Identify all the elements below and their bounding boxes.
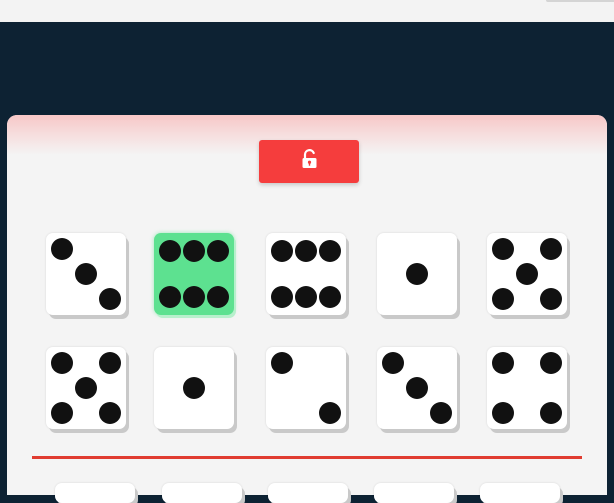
die-pip — [319, 401, 341, 424]
die-pip — [271, 240, 293, 263]
die-pip — [271, 352, 293, 375]
die-pip — [207, 285, 229, 308]
die-2-2[interactable] — [154, 347, 234, 429]
top-bar — [0, 0, 614, 22]
die-pip — [540, 401, 562, 424]
die-pip — [492, 401, 514, 424]
die-pip — [406, 263, 428, 285]
unlocked-padlock-icon — [301, 149, 318, 174]
tab-edge — [546, 0, 614, 2]
die-pip — [516, 263, 538, 285]
die-hidden-3[interactable] — [268, 483, 348, 503]
die-pip — [183, 285, 205, 308]
die-pip — [99, 352, 121, 375]
die-1-1[interactable] — [46, 233, 126, 315]
die-pip — [406, 377, 428, 399]
die-pip — [75, 263, 97, 285]
die-1-5[interactable] — [487, 233, 567, 315]
die-pip — [75, 377, 97, 399]
die-pip — [540, 238, 562, 261]
die-hidden-5[interactable] — [480, 483, 560, 503]
divider-line — [32, 456, 582, 459]
lock-toggle-button[interactable] — [259, 140, 359, 183]
die-pip — [99, 287, 121, 310]
die-pip — [430, 401, 452, 424]
die-2-4[interactable] — [377, 347, 457, 429]
die-pip — [492, 287, 514, 310]
die-pip — [183, 377, 205, 399]
die-pip — [159, 285, 181, 308]
die-pip — [540, 287, 562, 310]
die-pip — [295, 285, 317, 308]
die-1-3[interactable] — [266, 233, 346, 315]
die-pip — [319, 285, 341, 308]
die-pip — [99, 401, 121, 424]
die-pip — [492, 238, 514, 261]
die-pip — [51, 352, 73, 375]
die-hidden-4[interactable] — [374, 483, 454, 503]
die-hidden-2[interactable] — [162, 483, 242, 503]
die-pip — [295, 240, 317, 263]
die-pip — [319, 240, 341, 263]
die-2-1[interactable] — [46, 347, 126, 429]
die-pip — [492, 352, 514, 375]
die-pip — [159, 240, 181, 263]
die-pip — [51, 401, 73, 424]
die-pip — [183, 240, 205, 263]
die-2-5[interactable] — [487, 347, 567, 429]
die-pip — [51, 238, 73, 261]
die-pip — [382, 352, 404, 375]
die-hidden-1[interactable] — [55, 483, 135, 503]
die-pip — [207, 240, 229, 263]
die-pip — [271, 285, 293, 308]
die-2-3[interactable] — [266, 347, 346, 429]
die-1-4[interactable] — [377, 233, 457, 315]
die-1-2[interactable] — [154, 233, 234, 315]
die-pip — [540, 352, 562, 375]
